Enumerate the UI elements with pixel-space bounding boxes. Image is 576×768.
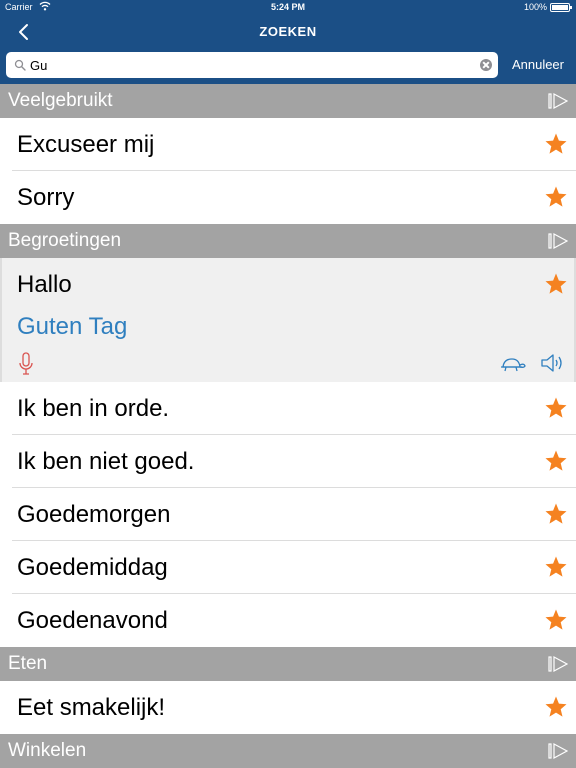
section-title: Veelgebruikt	[8, 90, 113, 111]
microphone-icon[interactable]	[18, 352, 34, 376]
list-item[interactable]: Excuseer mij	[0, 118, 576, 171]
list-item[interactable]: Ik ben niet goed.	[0, 435, 576, 488]
play-section-icon[interactable]	[548, 93, 568, 109]
star-icon[interactable]	[544, 185, 568, 209]
star-icon[interactable]	[544, 555, 568, 579]
phrase-text: Ik ben in orde.	[17, 395, 170, 422]
phrase-text: Hallo	[17, 271, 72, 298]
list-item[interactable]: Goedemorgen	[0, 488, 576, 541]
clear-search-icon[interactable]	[480, 59, 492, 71]
list-item[interactable]: Goedemiddag	[0, 541, 576, 594]
list-item[interactable]: Sorry	[0, 171, 576, 224]
phrase-list: Veelgebruikt Excuseer mij Sorry Begroeti…	[0, 84, 576, 768]
cancel-button[interactable]: Annuleer	[512, 57, 564, 72]
star-icon[interactable]	[544, 396, 568, 420]
section-title: Winkelen	[8, 740, 87, 761]
search-input[interactable]	[30, 55, 470, 75]
section-title: Eten	[8, 653, 48, 674]
section-header: Begroetingen	[0, 224, 576, 258]
translation-text: Guten Tag	[17, 313, 128, 340]
list-item[interactable]: Eet smakelijk!	[0, 681, 576, 734]
star-icon[interactable]	[544, 449, 568, 473]
section-header: Eten	[0, 647, 576, 681]
list-item[interactable]: Goedenavond	[0, 594, 576, 647]
section-header: Veelgebruikt	[0, 84, 576, 118]
play-section-icon[interactable]	[548, 233, 568, 249]
play-section-icon[interactable]	[548, 743, 568, 759]
section-title: Begroetingen	[8, 230, 122, 251]
battery-icon	[550, 3, 572, 12]
star-icon[interactable]	[544, 502, 568, 526]
phrase-text: Excuseer mij	[17, 131, 155, 158]
top-bar: Carrier 5:24 PM 100% ZOEKEN Annuleer	[0, 0, 576, 84]
status-bar: Carrier 5:24 PM 100%	[0, 0, 576, 16]
star-icon[interactable]	[544, 272, 568, 296]
phrase-text: Eet smakelijk!	[17, 694, 166, 721]
clock: 5:24 PM	[270, 2, 305, 12]
battery-percent: 100%	[523, 2, 547, 12]
section-header: Winkelen	[0, 734, 576, 768]
page-title: ZOEKEN	[259, 24, 317, 39]
phrase-text: Goedenavond	[17, 607, 168, 634]
list-item-expanded[interactable]: Hallo Guten Tag	[0, 258, 576, 382]
search-field[interactable]	[6, 52, 498, 78]
turtle-slow-speed-icon[interactable]	[500, 356, 526, 372]
phrase-text: Ik ben niet goed.	[17, 448, 195, 475]
search-icon	[14, 59, 26, 71]
phrase-text: Goedemiddag	[17, 554, 168, 581]
star-icon[interactable]	[544, 608, 568, 632]
star-icon[interactable]	[544, 132, 568, 156]
phrase-text: Goedemorgen	[17, 501, 171, 528]
list-item[interactable]: Ik ben in orde.	[0, 382, 576, 435]
star-icon[interactable]	[544, 695, 568, 719]
play-section-icon[interactable]	[548, 656, 568, 672]
speaker-icon[interactable]	[540, 352, 566, 374]
phrase-text: Sorry	[17, 184, 75, 211]
